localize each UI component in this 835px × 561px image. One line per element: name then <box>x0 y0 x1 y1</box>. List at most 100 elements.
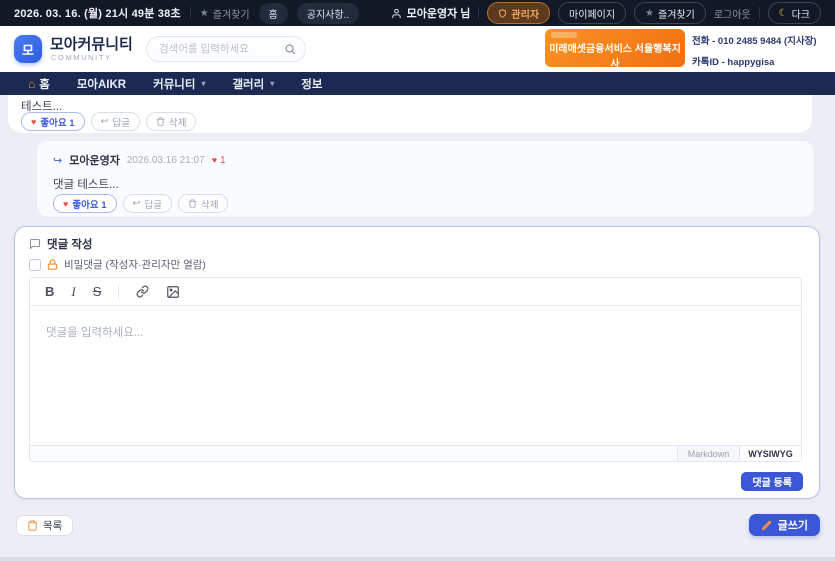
chevron-down-icon: ▾ <box>270 79 274 88</box>
search-icon[interactable] <box>284 43 296 55</box>
editor-placeholder[interactable]: 댓글을 입력하세요... <box>46 324 143 340</box>
secret-comment-option[interactable]: 비밀댓글 (작성자·관리자만 열람) <box>29 257 206 272</box>
reply-button[interactable]: ↩ 답글 <box>123 194 172 213</box>
tab-markdown[interactable]: Markdown <box>677 446 739 461</box>
divider <box>190 7 191 19</box>
logout-link[interactable]: 로그아웃 <box>714 6 751 21</box>
user-icon <box>391 8 402 19</box>
comment-card: 테스트... ♥ 좋아요 1 ↩ 답글 삭제 <box>8 95 812 133</box>
comment-editor: B I S 댓글을 입력하세요... <box>29 277 802 462</box>
list-button[interactable]: 목록 <box>16 515 73 536</box>
link-button[interactable] <box>136 285 149 298</box>
admin-label: 관리자 <box>511 6 539 21</box>
home-quick-button[interactable]: 홈 <box>259 3 288 24</box>
nav-label: 정보 <box>301 76 322 92</box>
mypage-button[interactable]: 마이페이지 <box>558 2 626 24</box>
mypage-label: 마이페이지 <box>569 6 615 21</box>
footer-strip <box>0 557 835 561</box>
site-subtitle: COMMUNITY <box>51 53 112 62</box>
divider <box>759 7 760 19</box>
comment-body: 댓글 테스트... <box>53 176 119 192</box>
star-icon: ★ <box>200 8 209 19</box>
comment-form-title: 댓글 작성 <box>29 236 93 252</box>
heart-icon: ♥ <box>31 117 36 127</box>
reply-label: 답글 <box>112 115 129 129</box>
main-header: 모 모아커뮤니티 COMMUNITY 미래애셋금융서비스 서울행복지사 http… <box>0 26 835 72</box>
like-button[interactable]: ♥ 좋아요 1 <box>21 112 85 131</box>
search-input[interactable] <box>159 43 284 55</box>
moon-icon: ☾ <box>779 8 788 19</box>
heart-icon: ♥ <box>63 199 68 209</box>
like-label: 좋아요 1 <box>72 197 106 211</box>
reply-comment-card: ↪ 모아운영자 2026.03.16 21:07 ♥ 1 댓글 테스트... ♥… <box>36 140 815 218</box>
comment-date: 2026.03.16 21:07 <box>127 155 205 166</box>
nav-item-community[interactable]: 커뮤니티 ▾ <box>153 76 205 92</box>
like-label: 좋아요 1 <box>40 115 74 129</box>
nav-label: 홈 <box>39 76 50 92</box>
delete-label: 삭제 <box>169 115 186 129</box>
reply-icon: ↩ <box>101 116 109 127</box>
reply-label: 답글 <box>144 197 161 211</box>
screen: 2026. 03. 16. (월) 21시 49분 38초 ★ 즐겨찾기 홈 공… <box>0 0 835 561</box>
favorite-toggle-button[interactable]: ★ 즐겨찾기 <box>634 2 706 24</box>
reply-comment-header: ↪ 모아운영자 2026.03.16 21:07 ♥ 1 <box>53 152 226 168</box>
shield-icon <box>498 9 507 18</box>
delete-label: 삭제 <box>201 197 218 211</box>
main-nav: ⌂ 홈 모아AIKR 커뮤니티 ▾ 갤러리 ▾ 정보 <box>0 72 835 95</box>
admin-button[interactable]: 관리자 <box>487 2 550 24</box>
topbar: 2026. 03. 16. (월) 21시 49분 38초 ★ 즐겨찾기 홈 공… <box>0 0 835 26</box>
search-box <box>146 36 306 62</box>
write-post-button[interactable]: 글쓰기 <box>749 514 820 536</box>
contact-phone: 전화 - 010 2485 9484 (지사장) <box>692 33 817 47</box>
submit-comment-button[interactable]: 댓글 등록 <box>741 472 803 491</box>
image-button[interactable] <box>166 285 180 299</box>
contact-info: 전화 - 010 2485 9484 (지사장) 카톡ID - happygis… <box>692 33 817 75</box>
nav-label: 갤러리 <box>232 76 264 92</box>
ad-brand-chip <box>551 32 577 38</box>
home-icon: ⌂ <box>28 78 35 90</box>
secret-label: 비밀댓글 (작성자·관리자만 열람) <box>64 257 206 272</box>
chevron-down-icon: ▾ <box>201 79 205 88</box>
write-label: 글쓰기 <box>778 517 808 533</box>
like-count-value: 1 <box>220 155 226 166</box>
like-button[interactable]: ♥ 좋아요 1 <box>53 194 117 213</box>
strikethrough-button[interactable]: S <box>93 285 102 298</box>
trash-icon <box>156 117 165 126</box>
page-content: 테스트... ♥ 좋아요 1 ↩ 답글 삭제 <box>0 95 835 561</box>
nav-item-info[interactable]: 정보 <box>301 76 322 92</box>
tab-wysiwyg[interactable]: WYSIWYG <box>739 446 801 461</box>
nav-item-gallery[interactable]: 갤러리 ▾ <box>232 76 274 92</box>
site-logo[interactable]: 모 <box>14 35 42 63</box>
nav-item-home[interactable]: ⌂ 홈 <box>28 76 50 92</box>
favorite-label: 즐겨찾기 <box>658 6 695 21</box>
comment-actions: ♥ 좋아요 1 ↩ 답글 삭제 <box>53 194 228 213</box>
site-name[interactable]: 모아커뮤니티 <box>50 33 133 54</box>
ad-banner[interactable]: 미래애셋금융서비스 서울행복지사 https://cafe.naver.com/… <box>545 29 685 67</box>
italic-button[interactable]: I <box>71 285 75 298</box>
nav-item-moaaikr[interactable]: 모아AIKR <box>77 76 126 92</box>
dark-mode-button[interactable]: ☾ 다크 <box>768 2 821 24</box>
notice-button[interactable]: 공지사항.. <box>297 3 359 24</box>
nav-label: 커뮤니티 <box>153 76 195 92</box>
reply-icon: ↩ <box>133 198 141 209</box>
link-icon <box>136 285 149 298</box>
secret-checkbox[interactable] <box>29 259 41 271</box>
reply-indicator-icon: ↪ <box>53 154 62 167</box>
comment-form-title-label: 댓글 작성 <box>47 236 93 252</box>
comment-actions: ♥ 좋아요 1 ↩ 답글 삭제 <box>21 112 196 131</box>
delete-button[interactable]: 삭제 <box>146 112 196 131</box>
favorites-link[interactable]: ★ 즐겨찾기 <box>200 6 250 21</box>
comment-form-card: 댓글 작성 비밀댓글 (작성자·관리자만 열람) B I S <box>14 226 820 499</box>
bold-button[interactable]: B <box>45 285 54 298</box>
lock-icon <box>47 259 58 270</box>
speech-bubble-icon <box>29 238 41 250</box>
reply-button[interactable]: ↩ 답글 <box>91 112 140 131</box>
divider <box>478 7 479 19</box>
contact-kakao: 카톡ID - happygisa <box>692 54 817 68</box>
delete-button[interactable]: 삭제 <box>178 194 228 213</box>
nav-label: 모아AIKR <box>77 76 126 92</box>
topbar-right: 모아운영자 님 관리자 마이페이지 ★ 즐겨찾기 로그아웃 ☾ 다크 <box>391 2 821 24</box>
current-user: 모아운영자 님 <box>391 5 471 21</box>
clock-text: 2026. 03. 16. (월) 21시 49분 38초 <box>14 5 181 21</box>
star-icon: ★ <box>645 8 654 19</box>
